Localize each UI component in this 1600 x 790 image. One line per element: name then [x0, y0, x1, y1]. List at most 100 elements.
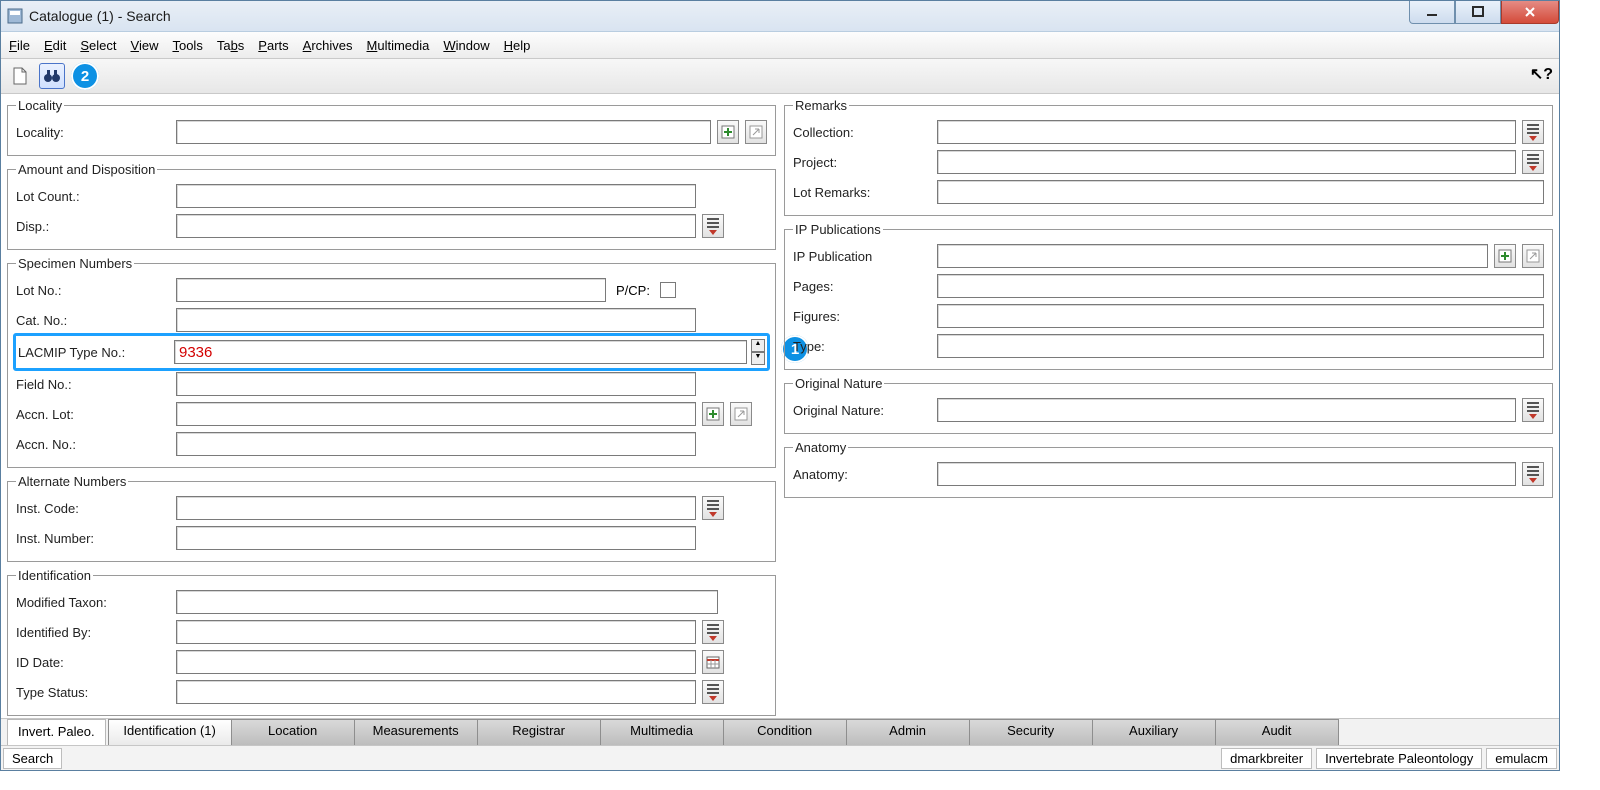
- status-mode: Search: [3, 748, 62, 769]
- ip-pub-input[interactable]: [937, 244, 1488, 268]
- specimen-group: Specimen Numbers Lot No.: P/CP: Cat. No.…: [7, 256, 776, 468]
- pcp-checkbox[interactable]: [660, 282, 676, 298]
- maximize-button[interactable]: [1455, 1, 1501, 24]
- lot-count-label: Lot Count.:: [16, 189, 172, 204]
- tab-condition[interactable]: Condition: [723, 719, 847, 745]
- tab-multimedia[interactable]: Multimedia: [600, 719, 724, 745]
- tab-audit[interactable]: Audit: [1215, 719, 1339, 745]
- collection-lookup-button[interactable]: [1522, 120, 1544, 144]
- project-lookup-button[interactable]: [1522, 150, 1544, 174]
- remarks-group: Remarks Collection: Project: Lot Remarks…: [784, 98, 1553, 216]
- menu-edit[interactable]: Edit: [44, 38, 66, 53]
- lacmip-spinner[interactable]: ▲▼: [751, 339, 765, 365]
- ip-pub-attach-button[interactable]: [1494, 244, 1516, 268]
- inst-number-input[interactable]: [176, 526, 696, 550]
- lot-remarks-input[interactable]: [937, 180, 1544, 204]
- tab-auxiliary[interactable]: Auxiliary: [1092, 719, 1216, 745]
- field-no-label: Field No.:: [16, 377, 172, 392]
- accn-lot-attach-button[interactable]: [702, 402, 724, 426]
- ip-pub-view-button[interactable]: [1522, 244, 1544, 268]
- tab-measurements[interactable]: Measurements: [354, 719, 478, 745]
- mod-taxon-input[interactable]: [176, 590, 718, 614]
- anatomy-input[interactable]: [937, 462, 1516, 486]
- tab-security[interactable]: Security: [969, 719, 1093, 745]
- menu-parts[interactable]: Parts: [258, 38, 288, 53]
- accn-lot-label: Accn. Lot:: [16, 407, 172, 422]
- cat-no-input[interactable]: [176, 308, 696, 332]
- search-button[interactable]: [39, 63, 65, 89]
- lot-count-input[interactable]: [176, 184, 696, 208]
- locality-label: Locality:: [16, 125, 172, 140]
- type-input[interactable]: [937, 334, 1544, 358]
- type-status-input[interactable]: [176, 680, 696, 704]
- menu-tabs[interactable]: Tabs: [217, 38, 244, 53]
- menu-help[interactable]: Help: [504, 38, 531, 53]
- anatomy-lookup-button[interactable]: [1522, 462, 1544, 486]
- tab-identification-1-[interactable]: Identification (1): [108, 719, 232, 745]
- inst-code-input[interactable]: [176, 496, 696, 520]
- tab-location[interactable]: Location: [231, 719, 355, 745]
- disp-lookup-button[interactable]: [702, 214, 724, 238]
- menu-tools[interactable]: Tools: [172, 38, 202, 53]
- lacmip-label: LACMIP Type No.:: [18, 345, 170, 360]
- id-by-input[interactable]: [176, 620, 696, 644]
- list-arrow-icon: [1527, 154, 1539, 171]
- locality-attach-button[interactable]: [717, 120, 739, 144]
- toolbar: 2 ↖?: [1, 59, 1559, 94]
- orignat-input[interactable]: [937, 398, 1516, 422]
- tab-registrar[interactable]: Registrar: [477, 719, 601, 745]
- project-input[interactable]: [937, 150, 1516, 174]
- locality-legend: Locality: [16, 98, 64, 113]
- field-no-input[interactable]: [176, 372, 696, 396]
- accn-no-input[interactable]: [176, 432, 696, 456]
- list-arrow-icon: [707, 218, 719, 235]
- tab-admin[interactable]: Admin: [846, 719, 970, 745]
- accn-no-label: Accn. No.:: [16, 437, 172, 452]
- alternate-group: Alternate Numbers Inst. Code: Inst. Numb…: [7, 474, 776, 562]
- inst-code-lookup-button[interactable]: [702, 496, 724, 520]
- locality-view-button[interactable]: [745, 120, 767, 144]
- type-status-lookup-button[interactable]: [702, 680, 724, 704]
- window-title: Catalogue (1) - Search: [29, 8, 1409, 24]
- chevron-up-icon: ▲: [751, 339, 765, 352]
- orignat-label: Original Nature:: [793, 403, 933, 418]
- list-arrow-icon: [1527, 402, 1539, 419]
- menu-select[interactable]: Select: [80, 38, 116, 53]
- id-date-input[interactable]: [176, 650, 696, 674]
- locality-input[interactable]: [176, 120, 711, 144]
- menu-window[interactable]: Window: [443, 38, 489, 53]
- list-arrow-icon: [1527, 124, 1539, 141]
- binoculars-icon: [43, 67, 61, 85]
- list-arrow-icon: [707, 624, 719, 641]
- pages-input[interactable]: [937, 274, 1544, 298]
- minimize-button[interactable]: [1409, 1, 1455, 24]
- orignat-lookup-button[interactable]: [1522, 398, 1544, 422]
- disp-label: Disp.:: [16, 219, 172, 234]
- close-button[interactable]: [1501, 1, 1559, 24]
- id-date-label: ID Date:: [16, 655, 172, 670]
- specimen-legend: Specimen Numbers: [16, 256, 134, 271]
- lacmip-type-no-input[interactable]: [174, 340, 747, 364]
- context-help-button[interactable]: ↖?: [1530, 64, 1553, 84]
- mod-taxon-label: Modified Taxon:: [16, 595, 172, 610]
- pages-label: Pages:: [793, 279, 933, 294]
- menu-file[interactable]: File: [9, 38, 30, 53]
- menu-archives[interactable]: Archives: [303, 38, 353, 53]
- menu-view[interactable]: View: [131, 38, 159, 53]
- id-date-calendar-button[interactable]: [702, 650, 724, 674]
- disp-input[interactable]: [176, 214, 696, 238]
- lot-no-input[interactable]: [176, 278, 606, 302]
- amount-group: Amount and Disposition Lot Count.: Disp.…: [7, 162, 776, 250]
- menu-multimedia[interactable]: Multimedia: [367, 38, 430, 53]
- page-icon: [11, 67, 29, 85]
- chevron-down-icon: ▼: [751, 352, 765, 365]
- status-host: emulacm: [1486, 748, 1557, 769]
- accn-lot-input[interactable]: [176, 402, 696, 426]
- collection-input[interactable]: [937, 120, 1516, 144]
- app-icon: [7, 8, 23, 24]
- figures-input[interactable]: [937, 304, 1544, 328]
- id-by-lookup-button[interactable]: [702, 620, 724, 644]
- id-by-label: Identified By:: [16, 625, 172, 640]
- new-record-button[interactable]: [7, 63, 33, 89]
- accn-lot-view-button[interactable]: [730, 402, 752, 426]
